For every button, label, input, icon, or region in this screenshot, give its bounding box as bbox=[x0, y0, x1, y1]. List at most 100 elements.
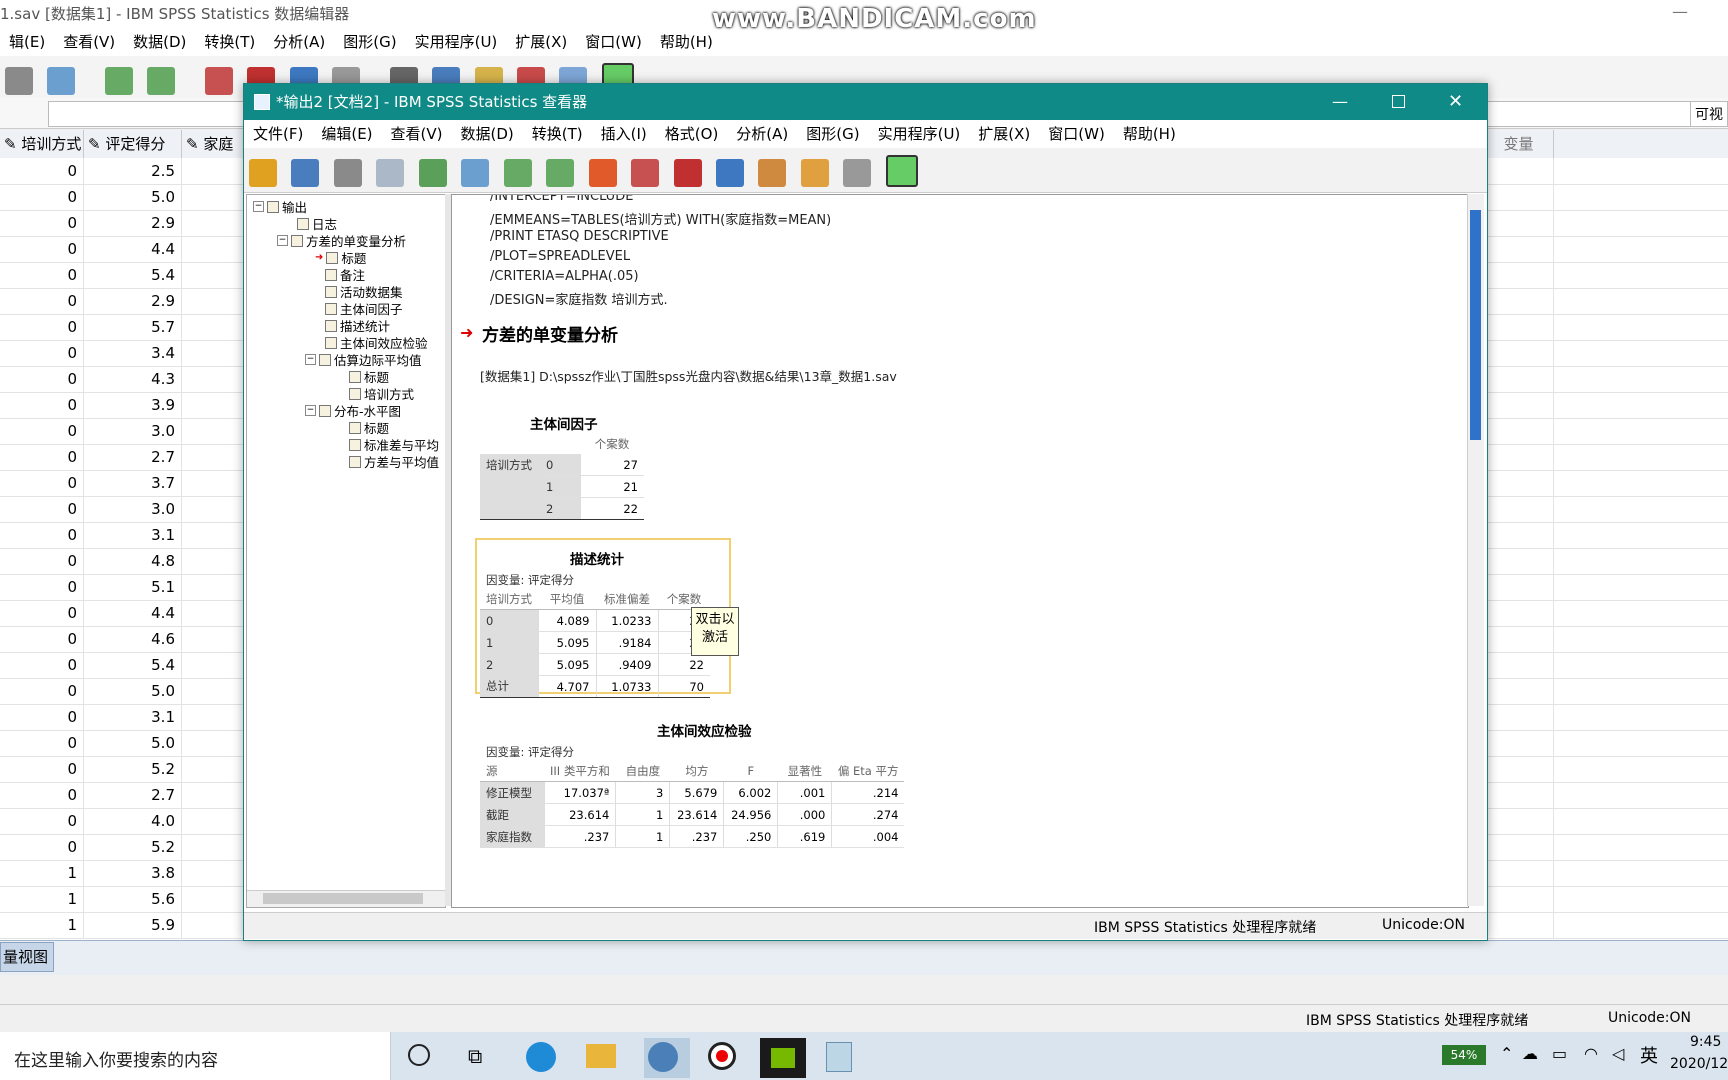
add-icon[interactable] bbox=[885, 155, 918, 187]
cell-empty[interactable] bbox=[1480, 782, 1554, 808]
cell-empty[interactable] bbox=[1480, 860, 1554, 886]
minimize-icon[interactable]: — bbox=[1332, 84, 1348, 120]
cell-score[interactable]: 4.8 bbox=[84, 548, 182, 574]
column-header-var[interactable]: 变量 bbox=[1480, 130, 1554, 158]
cell-training[interactable]: 0 bbox=[0, 730, 84, 756]
open-icon[interactable] bbox=[249, 159, 277, 187]
cell-score[interactable]: 5.0 bbox=[84, 184, 182, 210]
column-header-score[interactable]: ✎ 评定得分 bbox=[84, 130, 182, 158]
cell-training[interactable]: 0 bbox=[0, 210, 84, 236]
cell-empty[interactable] bbox=[1480, 522, 1554, 548]
redo-icon[interactable] bbox=[147, 67, 176, 95]
cell-score[interactable]: 5.0 bbox=[84, 678, 182, 704]
cell-family[interactable] bbox=[182, 262, 252, 288]
cell-training[interactable]: 0 bbox=[0, 600, 84, 626]
cell-empty[interactable] bbox=[1480, 262, 1554, 288]
cell-empty[interactable] bbox=[1480, 210, 1554, 236]
editor-menu-graphs[interactable]: 图形(G) bbox=[334, 28, 405, 56]
undo-icon[interactable] bbox=[104, 67, 133, 95]
bandicam-icon[interactable] bbox=[708, 1042, 736, 1070]
cell-empty[interactable] bbox=[1480, 756, 1554, 782]
cell-family[interactable] bbox=[182, 808, 252, 834]
cloud-icon[interactable]: ☁ bbox=[1522, 1044, 1538, 1063]
editor-menu-edit[interactable]: 辑(E) bbox=[0, 28, 54, 56]
cell-score[interactable]: 5.2 bbox=[84, 834, 182, 860]
cell-score[interactable]: 2.9 bbox=[84, 210, 182, 236]
collapse-icon[interactable]: − bbox=[305, 354, 316, 365]
column-header-family[interactable]: ✎ 家庭 bbox=[182, 130, 252, 158]
app-icon[interactable] bbox=[826, 1042, 852, 1072]
cell-training[interactable]: 1 bbox=[0, 860, 84, 886]
insert-title-icon[interactable] bbox=[758, 159, 787, 187]
cell-family[interactable] bbox=[182, 366, 252, 392]
cell-empty[interactable] bbox=[1480, 418, 1554, 444]
goto-data-icon[interactable] bbox=[588, 159, 617, 187]
viewer-menu-window[interactable]: 窗口(W) bbox=[1039, 120, 1114, 148]
cell-empty[interactable] bbox=[1480, 626, 1554, 652]
cortana-icon[interactable] bbox=[408, 1044, 430, 1066]
cell-score[interactable]: 5.4 bbox=[84, 262, 182, 288]
nvidia-icon[interactable] bbox=[760, 1038, 806, 1078]
viewer-menu-analyze[interactable]: 分析(A) bbox=[727, 120, 797, 148]
collapse-icon[interactable]: − bbox=[305, 405, 316, 416]
cell-score[interactable]: 5.9 bbox=[84, 912, 182, 938]
cell-family[interactable] bbox=[182, 158, 252, 184]
cell-empty[interactable] bbox=[1480, 288, 1554, 314]
tree-item-var-mean[interactable]: 方差与平均值 bbox=[349, 452, 439, 471]
cell-training[interactable]: 0 bbox=[0, 626, 84, 652]
cell-score[interactable]: 3.1 bbox=[84, 704, 182, 730]
cell-score[interactable]: 4.4 bbox=[84, 236, 182, 262]
cell-family[interactable] bbox=[182, 574, 252, 600]
cell-family[interactable] bbox=[182, 548, 252, 574]
editor-menu-analyze[interactable]: 分析(A) bbox=[264, 28, 334, 56]
cell-score[interactable]: 3.1 bbox=[84, 522, 182, 548]
cell-training[interactable]: 0 bbox=[0, 314, 84, 340]
cell-score[interactable]: 5.0 bbox=[84, 730, 182, 756]
cell-empty[interactable] bbox=[1480, 704, 1554, 730]
cell-score[interactable]: 2.7 bbox=[84, 444, 182, 470]
cell-family[interactable] bbox=[182, 470, 252, 496]
cell-family[interactable] bbox=[182, 652, 252, 678]
cell-training[interactable]: 0 bbox=[0, 418, 84, 444]
maximize-icon[interactable] bbox=[1392, 95, 1405, 108]
cell-family[interactable] bbox=[182, 340, 252, 366]
viewer-menu-help[interactable]: 帮助(H) bbox=[1114, 120, 1185, 148]
cell-score[interactable]: 4.0 bbox=[84, 808, 182, 834]
cell-score[interactable]: 3.8 bbox=[84, 860, 182, 886]
cell-training[interactable]: 0 bbox=[0, 262, 84, 288]
print-icon[interactable] bbox=[5, 67, 33, 95]
collapse-icon[interactable]: − bbox=[253, 201, 264, 212]
cell-empty[interactable] bbox=[1480, 912, 1554, 938]
cell-training[interactable]: 0 bbox=[0, 288, 84, 314]
chevron-up-icon[interactable]: ⌃ bbox=[1500, 1044, 1513, 1063]
cell-empty[interactable] bbox=[1480, 314, 1554, 340]
cell-empty[interactable] bbox=[1480, 366, 1554, 392]
cell-score[interactable]: 4.3 bbox=[84, 366, 182, 392]
close-icon[interactable]: ✕ bbox=[1448, 84, 1463, 120]
cell-family[interactable] bbox=[182, 210, 252, 236]
editor-menu-window[interactable]: 窗口(W) bbox=[576, 28, 651, 56]
cell-training[interactable]: 0 bbox=[0, 782, 84, 808]
cell-empty[interactable] bbox=[1480, 236, 1554, 262]
cell-score[interactable]: 5.7 bbox=[84, 314, 182, 340]
viewer-menu-transform[interactable]: 转换(T) bbox=[523, 120, 592, 148]
variables-icon[interactable] bbox=[715, 159, 744, 187]
print-icon[interactable] bbox=[333, 159, 362, 187]
cell-empty[interactable] bbox=[1480, 600, 1554, 626]
cell-score[interactable]: 5.1 bbox=[84, 574, 182, 600]
cell-family[interactable] bbox=[182, 782, 252, 808]
cell-family[interactable] bbox=[182, 522, 252, 548]
cell-score[interactable]: 4.4 bbox=[84, 600, 182, 626]
battery-badge[interactable]: 54% bbox=[1442, 1045, 1486, 1065]
tab-variable-view[interactable]: 量视图 bbox=[0, 942, 54, 972]
cell-family[interactable] bbox=[182, 184, 252, 210]
viewer-menu-view[interactable]: 查看(V) bbox=[382, 120, 452, 148]
redo-icon[interactable] bbox=[546, 159, 575, 187]
cell-training[interactable]: 0 bbox=[0, 340, 84, 366]
cell-training[interactable]: 0 bbox=[0, 366, 84, 392]
recall-dialog-icon[interactable] bbox=[461, 159, 490, 187]
cell-empty[interactable] bbox=[1480, 340, 1554, 366]
editor-menu-utilities[interactable]: 实用程序(U) bbox=[406, 28, 507, 56]
cell-score[interactable]: 4.6 bbox=[84, 626, 182, 652]
cell-training[interactable]: 0 bbox=[0, 496, 84, 522]
